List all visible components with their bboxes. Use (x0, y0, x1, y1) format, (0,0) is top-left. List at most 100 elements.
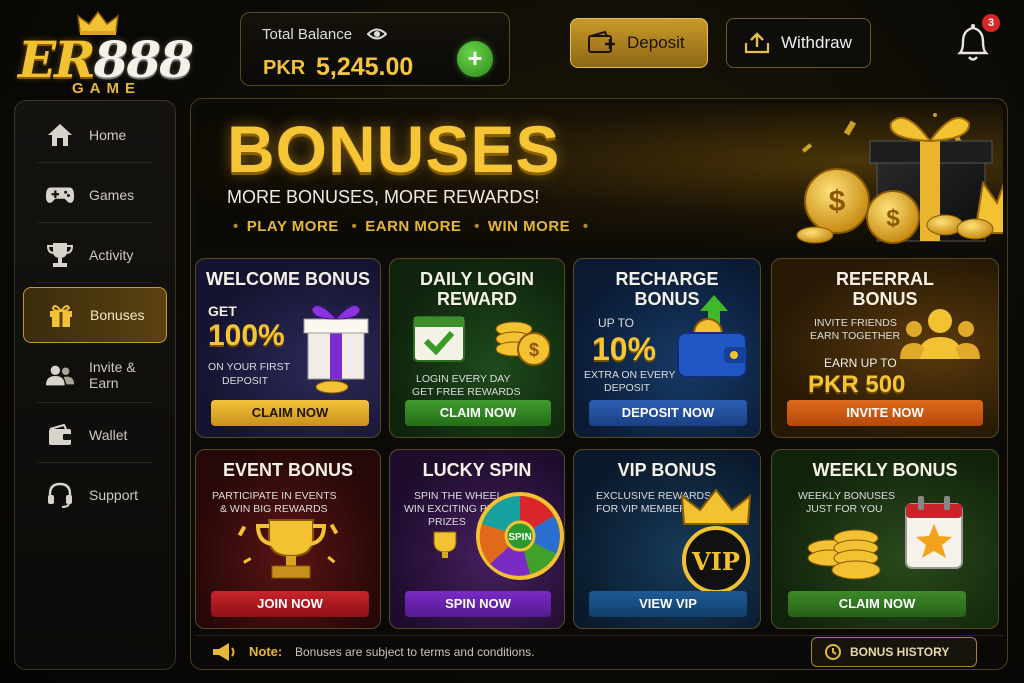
users-icon (45, 365, 75, 386)
card-title: WEEKLY BONUS (812, 460, 958, 480)
withdraw-label: Withdraw (781, 33, 852, 52)
card-title: EVENT BONUS (222, 460, 354, 480)
prize-wheel-icon: SPIN (476, 492, 564, 580)
svg-text:$: $ (829, 185, 846, 218)
deposit-button[interactable]: Deposit (570, 18, 708, 68)
withdraw-button[interactable]: Withdraw (726, 18, 871, 68)
card-title: REFERRAL BONUS (836, 269, 934, 309)
hero-points: • PLAY MORE • EARN MORE • WIN MORE • (233, 218, 589, 235)
claim-now-button[interactable]: CLAIM NOW (788, 591, 966, 617)
sidebar-item-bonuses[interactable]: Bonuses (23, 287, 167, 343)
welcome-bonus-card: WELCOME BONUS GET 100% ON YOUR FIRST DEP… (195, 258, 381, 438)
sidebar-item-label: Home (89, 127, 127, 143)
vip-badge-text: VIP (691, 547, 740, 576)
balance-amount: 5,245.00 (316, 53, 414, 81)
coins-calendar-illustration (807, 496, 963, 580)
svg-text:$: $ (529, 340, 539, 360)
sidebar-item-wallet[interactable]: Wallet (23, 407, 167, 463)
balance-label: Total Balance (262, 26, 353, 43)
sidebar: Home Games Activity Bonuses Invite & Ear… (14, 100, 176, 670)
card-text: & WIN BIG REWARDS (220, 503, 328, 515)
add-funds-button[interactable]: + (457, 41, 493, 77)
notifications-button[interactable]: 3 (954, 14, 1000, 64)
card-text: EARN UP TO (824, 356, 897, 370)
card-highlight: 100% (208, 319, 285, 352)
card-text: INVITE FRIENDS (814, 317, 897, 329)
invite-now-button[interactable]: INVITE NOW (787, 400, 983, 426)
trophy-icon (433, 531, 457, 558)
card-title: VIP BONUS (617, 460, 717, 480)
card-text: LOGIN EVERY DAY (416, 373, 511, 385)
card-highlight: PKR 500 (808, 371, 906, 398)
sidebar-item-label: Activity (89, 247, 134, 263)
deposit-label: Deposit (627, 33, 685, 52)
terms-note-bar: Note: Bonuses are subject to terms and c… (195, 635, 1003, 667)
hero-tagline: MORE BONUSES, MORE REWARDS! (227, 187, 540, 207)
card-text: GET (208, 303, 237, 319)
wheel-label: SPIN (508, 532, 531, 543)
bonus-history-button[interactable]: BONUS HISTORY (811, 637, 977, 667)
hero-point: PLAY MORE (246, 218, 339, 235)
vip-crown-icon: VIP (680, 488, 752, 592)
home-icon (48, 124, 72, 146)
sidebar-item-activity[interactable]: Activity (23, 227, 167, 283)
hero-banner: BONUSES MORE BONUSES, MORE REWARDS! • PLA… (195, 103, 1003, 249)
card-text: EARN TOGETHER (810, 330, 901, 342)
sidebar-item-label: Games (89, 187, 135, 203)
weekly-bonus-card: WEEKLY BONUS WEEKLY BONUSES JUST FOR YOU… (771, 449, 999, 629)
bonus-history-label: BONUS HISTORY (850, 645, 950, 659)
view-vip-button[interactable]: VIEW VIP (589, 591, 747, 617)
recharge-bonus-card: RECHARGE BONUS UP TO 10% EXTRA ON EVERY D… (573, 258, 761, 438)
sidebar-item-home[interactable]: Home (23, 107, 167, 163)
card-text: DEPOSIT (604, 382, 651, 394)
sidebar-item-label: Invite & Earn (89, 359, 136, 391)
megaphone-icon (213, 643, 235, 661)
gift-box-illustration: $ $ (796, 113, 1003, 244)
card-title: LUCKY SPIN (422, 460, 532, 480)
note-label: Note: (249, 644, 283, 659)
eye-icon[interactable] (367, 26, 387, 42)
daily-login-reward-card: DAILY LOGIN REWARD $ LOGIN EVERY DAY GET … (389, 258, 565, 438)
sidebar-item-label: Bonuses (90, 307, 145, 323)
sidebar-item-invite-earn[interactable]: Invite & Earn (23, 347, 167, 403)
gift-icon (50, 305, 72, 327)
card-text: GET FREE REWARDS (412, 386, 521, 398)
card-text: ON YOUR FIRST (208, 361, 291, 373)
lucky-spin-card: LUCKY SPIN SPIN THE WHEEL WIN EXCITING P… (389, 449, 565, 629)
join-now-button[interactable]: JOIN NOW (211, 591, 369, 617)
card-title: DAILY LOGIN REWARD (419, 269, 535, 309)
deposit-now-button[interactable]: DEPOSIT NOW (589, 400, 747, 426)
hero-point: EARN MORE (365, 218, 462, 235)
trophy-icon (46, 243, 74, 267)
withdraw-icon (744, 32, 770, 54)
users-icon (900, 309, 980, 359)
brand-logo[interactable]: ER888 GAME (16, 8, 200, 97)
card-text: PRIZES (428, 516, 466, 528)
sidebar-item-games[interactable]: Games (23, 167, 167, 223)
calendar-check-icon: $ (413, 316, 550, 366)
card-highlight: 10% (592, 331, 657, 367)
vip-bonus-card: VIP BONUS EXCLUSIVE REWARDS FOR VIP MEMB… (573, 449, 761, 629)
headset-icon (48, 482, 72, 508)
claim-now-button[interactable]: CLAIM NOW (211, 400, 369, 426)
note-text: Bonuses are subject to terms and conditi… (295, 645, 535, 659)
page-title: BONUSES (227, 112, 561, 186)
wallet-icon (49, 423, 71, 445)
card-title: WELCOME BONUS (206, 269, 370, 289)
balance-currency: PKR (263, 57, 306, 79)
sidebar-item-label: Support (89, 487, 139, 503)
claim-now-button[interactable]: CLAIM NOW (405, 400, 551, 426)
sidebar-item-label: Wallet (89, 427, 128, 443)
bonuses-panel: BONUSES MORE BONUSES, MORE REWARDS! • PLA… (190, 98, 1008, 670)
event-bonus-card: EVENT BONUS PARTICIPATE IN EVENTS & WIN … (195, 449, 381, 629)
notification-badge: 3 (982, 14, 1000, 32)
sidebar-item-support[interactable]: Support (23, 467, 167, 523)
gamepad-icon (45, 187, 75, 203)
gift-icon (303, 305, 369, 394)
svg-text:$: $ (886, 205, 900, 232)
referral-bonus-card: REFERRAL BONUS INVITE FRIENDS EARN TOGETH… (771, 258, 999, 438)
card-text: UP TO (598, 316, 635, 330)
card-text: PARTICIPATE IN EVENTS (212, 490, 337, 502)
brand-subtitle: GAME (72, 80, 141, 97)
spin-now-button[interactable]: SPIN NOW (405, 591, 551, 617)
